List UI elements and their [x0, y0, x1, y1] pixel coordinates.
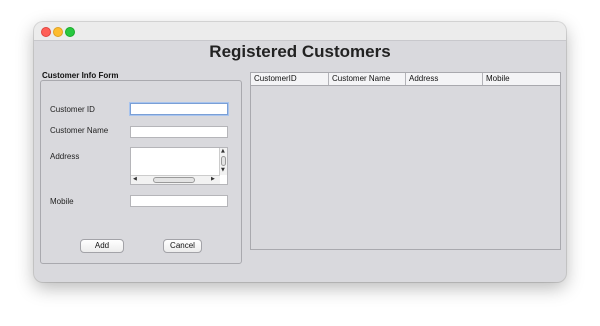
customers-table[interactable]: CustomerID Customer Name Address Mobile: [250, 72, 561, 250]
column-header-customer-name[interactable]: Customer Name: [329, 73, 406, 85]
address-textarea[interactable]: ▲ ▼ ◀ ▶: [130, 147, 228, 185]
address-vertical-scrollbar[interactable]: ▲ ▼: [219, 148, 227, 175]
scroll-down-arrow-icon[interactable]: ▼: [221, 168, 225, 173]
add-button[interactable]: Add: [80, 239, 124, 253]
table-header: CustomerID Customer Name Address Mobile: [251, 73, 560, 86]
scroll-up-arrow-icon[interactable]: ▲: [221, 149, 225, 154]
window-close-icon[interactable]: [41, 27, 51, 37]
customer-name-field[interactable]: [130, 126, 228, 138]
customer-id-field[interactable]: [130, 103, 228, 115]
mobile-label: Mobile: [50, 197, 74, 206]
column-header-mobile[interactable]: Mobile: [483, 73, 560, 85]
title-bar: [34, 22, 566, 41]
customer-name-label: Customer Name: [50, 126, 109, 135]
address-label: Address: [50, 152, 80, 161]
window-minimize-icon[interactable]: [53, 27, 63, 37]
scroll-right-arrow-icon[interactable]: ▶: [211, 177, 215, 182]
address-horizontal-scrollbar[interactable]: ◀ ▶: [131, 175, 220, 184]
app-window: Registered Customers Customer Info Form …: [34, 22, 566, 282]
cancel-button[interactable]: Cancel: [163, 239, 202, 253]
horizontal-scroll-thumb[interactable]: [153, 177, 195, 183]
mobile-field[interactable]: [130, 195, 228, 207]
form-legend: Customer Info Form: [42, 71, 119, 80]
column-header-address[interactable]: Address: [406, 73, 483, 85]
vertical-scroll-thumb[interactable]: [221, 156, 226, 166]
scroll-left-arrow-icon[interactable]: ◀: [133, 177, 137, 182]
window-zoom-icon[interactable]: [65, 27, 75, 37]
customer-id-label: Customer ID: [50, 105, 95, 114]
column-header-customer-id[interactable]: CustomerID: [251, 73, 329, 85]
page-title: Registered Customers: [209, 42, 391, 61]
